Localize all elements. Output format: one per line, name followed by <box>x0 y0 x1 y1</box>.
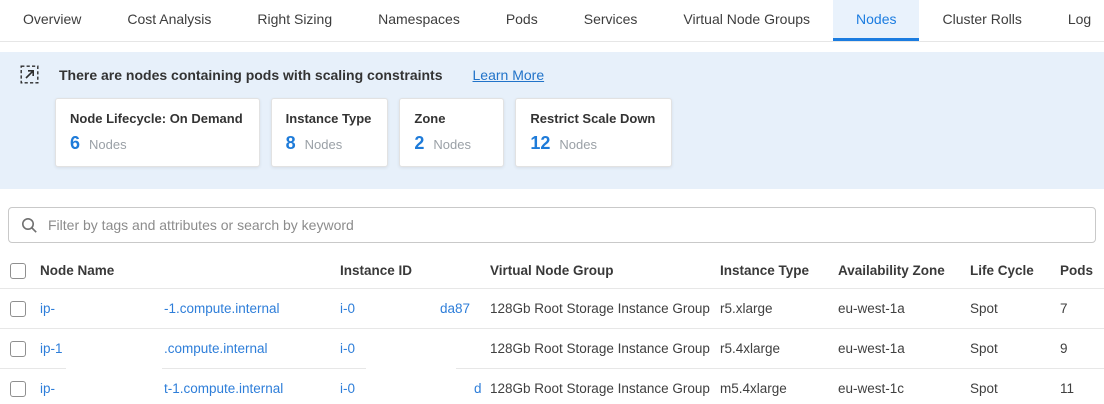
tab-overview[interactable]: Overview <box>0 0 104 41</box>
row-checkbox[interactable] <box>10 381 26 397</box>
card-title: Zone <box>414 111 487 126</box>
tab-services[interactable]: Services <box>561 0 661 41</box>
instance-id-link[interactable]: i-0 <box>340 381 355 396</box>
node-name-link[interactable]: ip-1 <box>40 341 63 356</box>
node-name-link[interactable]: ip- <box>40 381 55 396</box>
tab-bar: Overview Cost Analysis Right Sizing Name… <box>0 0 1104 42</box>
table-row[interactable]: ip-1 .compute.internal i-0 128Gb Root St… <box>0 329 1104 369</box>
life-cycle-cell: Spot <box>970 369 1060 404</box>
virtual-node-group-cell: 128Gb Root Storage Instance Group <box>490 329 720 368</box>
card-title: Node Lifecycle: On Demand <box>70 111 243 126</box>
node-name-link[interactable]: .compute.internal <box>164 329 268 368</box>
redaction <box>366 329 456 369</box>
virtual-node-group-cell: 128Gb Root Storage Instance Group <box>490 289 720 328</box>
card-unit: Nodes <box>305 137 343 152</box>
node-name-link[interactable]: t-1.compute.internal <box>164 369 283 404</box>
node-name-link[interactable]: -1.compute.internal <box>164 289 280 328</box>
row-checkbox[interactable] <box>10 301 26 317</box>
filter-search-input[interactable] <box>48 217 1083 233</box>
instance-id-link[interactable]: i-0 <box>340 301 355 316</box>
select-all-checkbox[interactable] <box>10 263 26 279</box>
card-instance-type[interactable]: Instance Type 8 Nodes <box>271 98 389 167</box>
instance-type-cell: r5.xlarge <box>720 289 838 328</box>
scaling-constraints-banner: There are nodes containing pods with sca… <box>0 52 1104 189</box>
pods-cell: 11 <box>1060 369 1104 404</box>
life-cycle-cell: Spot <box>970 329 1060 368</box>
instance-type-cell: r5.4xlarge <box>720 329 838 368</box>
col-instance-id: Instance ID <box>340 253 490 288</box>
learn-more-link[interactable]: Learn More <box>473 67 545 83</box>
constraint-cards: Node Lifecycle: On Demand 6 Nodes Instan… <box>55 98 1084 167</box>
col-availability-zone: Availability Zone <box>838 253 970 288</box>
scale-up-icon <box>20 65 39 84</box>
table-row[interactable]: ip- -1.compute.internal i-0 da87 128Gb R… <box>0 289 1104 329</box>
card-node-lifecycle[interactable]: Node Lifecycle: On Demand 6 Nodes <box>55 98 260 167</box>
instance-id-link[interactable]: i-0 <box>340 341 355 356</box>
availability-zone-cell: eu-west-1c <box>838 369 970 404</box>
banner-message: There are nodes containing pods with sca… <box>59 67 443 83</box>
row-checkbox[interactable] <box>10 341 26 357</box>
col-pods: Pods <box>1060 253 1104 288</box>
card-unit: Nodes <box>559 137 597 152</box>
search-icon <box>21 217 38 234</box>
tab-nodes[interactable]: Nodes <box>833 0 919 41</box>
availability-zone-cell: eu-west-1a <box>838 289 970 328</box>
tab-cost-analysis[interactable]: Cost Analysis <box>104 0 234 41</box>
card-title: Restrict Scale Down <box>530 111 655 126</box>
card-value: 6 <box>70 133 80 154</box>
pods-cell: 9 <box>1060 329 1104 368</box>
card-value: 12 <box>530 133 550 154</box>
instance-type-cell: m5.4xlarge <box>720 369 838 404</box>
tab-pods[interactable]: Pods <box>483 0 561 41</box>
table-row[interactable]: ip- t-1.compute.internal i-0 d 128Gb Roo… <box>0 369 1104 404</box>
nodes-table: Node Name Instance ID Virtual Node Group… <box>0 253 1104 404</box>
card-title: Instance Type <box>286 111 372 126</box>
card-zone[interactable]: Zone 2 Nodes <box>399 98 504 167</box>
node-name-link[interactable]: ip- <box>40 301 55 316</box>
tab-right-sizing[interactable]: Right Sizing <box>234 0 355 41</box>
availability-zone-cell: eu-west-1a <box>838 329 970 368</box>
tab-cluster-rolls[interactable]: Cluster Rolls <box>919 0 1044 41</box>
col-virtual-node-group: Virtual Node Group <box>490 253 720 288</box>
card-value: 8 <box>286 133 296 154</box>
life-cycle-cell: Spot <box>970 289 1060 328</box>
pods-cell: 7 <box>1060 289 1104 328</box>
card-value: 2 <box>414 133 424 154</box>
virtual-node-group-cell: 128Gb Root Storage Instance Group <box>490 369 720 404</box>
tab-virtual-node-groups[interactable]: Virtual Node Groups <box>660 0 833 41</box>
card-unit: Nodes <box>433 137 471 152</box>
card-restrict-scale-down[interactable]: Restrict Scale Down 12 Nodes <box>515 98 672 167</box>
card-unit: Nodes <box>89 137 127 152</box>
col-life-cycle: Life Cycle <box>970 253 1060 288</box>
tab-log[interactable]: Log <box>1045 0 1104 41</box>
instance-id-link[interactable]: da87 <box>440 289 470 328</box>
col-node-name: Node Name <box>40 253 340 288</box>
table-header-row: Node Name Instance ID Virtual Node Group… <box>0 253 1104 289</box>
instance-id-link[interactable]: d <box>474 369 482 404</box>
tab-namespaces[interactable]: Namespaces <box>355 0 483 41</box>
redaction <box>66 329 162 369</box>
col-instance-type: Instance Type <box>720 253 838 288</box>
filter-search-box <box>8 207 1096 243</box>
